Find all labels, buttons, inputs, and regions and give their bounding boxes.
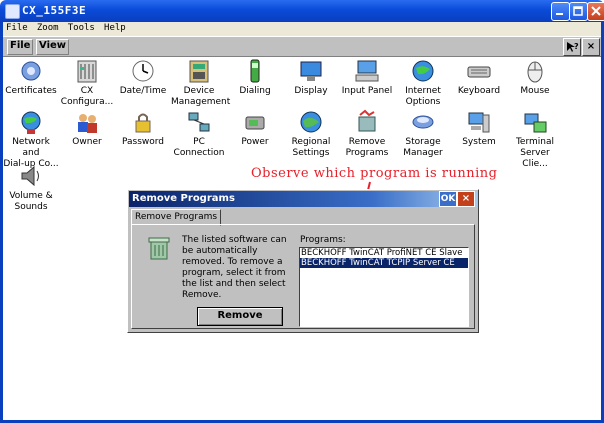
programs-list[interactable]: BECKHOFF TwinCAT ProfiNET CE Slave BECKH… <box>299 247 469 327</box>
control-panel-item-label: Owner <box>72 137 102 147</box>
menu-file[interactable]: File <box>3 22 31 33</box>
control-panel-item[interactable]: Owner <box>59 109 115 148</box>
cmd-close-button[interactable]: × <box>582 38 600 56</box>
certificates-icon <box>18 58 44 84</box>
help-arrow-icon: ? <box>567 42 579 52</box>
control-panel-item[interactable]: Power <box>227 109 283 148</box>
control-panel-item[interactable]: Certificates <box>3 58 59 97</box>
programs-label: Programs: <box>300 235 346 245</box>
menu-zoom[interactable]: Zoom <box>34 22 62 33</box>
remove-programs-icon <box>354 109 380 135</box>
control-panel-item[interactable]: Regional Settings <box>283 109 339 159</box>
control-panel-item-label: Input Panel <box>341 86 393 96</box>
control-panel-item-label: CX Configura... <box>60 86 114 107</box>
dialog-close-button[interactable]: × <box>457 191 475 207</box>
minimize-button[interactable] <box>551 2 570 21</box>
control-panel-item[interactable]: Date/Time <box>115 58 171 97</box>
control-panel-item[interactable]: Input Panel <box>339 58 395 97</box>
menu-help[interactable]: Help <box>101 22 129 33</box>
control-panel-item[interactable]: Dialing <box>227 58 283 97</box>
phone-icon <box>242 58 268 84</box>
dialog-description: The listed software can be automatically… <box>182 235 287 300</box>
remove-button[interactable]: Remove <box>197 307 283 326</box>
clock-icon <box>130 58 156 84</box>
pc-connection-icon <box>186 109 212 135</box>
control-panel-item-label: Remove Programs <box>345 137 389 158</box>
control-panel-item[interactable]: Internet Options <box>395 58 451 108</box>
keyboard-icon <box>466 58 492 84</box>
minimize-icon <box>556 13 563 15</box>
control-panel-item-label: Certificates <box>5 86 57 96</box>
program-item-selected[interactable]: BECKHOFF TwinCAT TCPIP Server CE <box>300 258 468 268</box>
storage-icon <box>410 109 436 135</box>
input-panel-icon <box>354 58 380 84</box>
control-panel-item[interactable]: Display <box>283 58 339 97</box>
control-panel-item[interactable]: PC Connection <box>171 109 227 159</box>
recycle-bin-icon <box>148 237 170 260</box>
maximize-button[interactable] <box>569 2 588 21</box>
device-management-icon <box>186 58 212 84</box>
password-icon <box>130 109 156 135</box>
regional-icon <box>298 109 324 135</box>
control-panel-item[interactable]: Device Management <box>171 58 231 108</box>
control-panel-item-label: Display <box>294 86 328 96</box>
control-panel-item[interactable]: Volume & Sounds <box>3 163 59 213</box>
ce-command-bar: File View ? × <box>3 37 601 57</box>
globe-icon <box>410 58 436 84</box>
control-panel-item[interactable]: Keyboard <box>451 58 507 97</box>
window-title: CX_155F3E <box>22 4 87 17</box>
control-panel-item-label: Password <box>121 137 165 147</box>
menu-tools[interactable]: Tools <box>65 22 98 33</box>
cmd-view[interactable]: View <box>36 39 70 55</box>
program-item[interactable]: BECKHOFF TwinCAT ProfiNET CE Slave <box>300 248 468 258</box>
cmd-file[interactable]: File <box>7 39 34 55</box>
display-icon <box>298 58 324 84</box>
control-panel-item[interactable]: Storage Manager <box>395 109 451 159</box>
system-icon <box>466 109 492 135</box>
close-button[interactable] <box>587 2 604 21</box>
close-icon <box>591 6 601 16</box>
control-panel-item-label: Terminal Server Clie... <box>515 137 555 169</box>
control-panel-item-label: Dialing <box>239 86 271 96</box>
control-panel-item[interactable]: Network and Dial-up Co... <box>3 109 59 170</box>
control-panel-item[interactable]: Password <box>115 109 171 148</box>
control-panel-item-label: Mouse <box>520 86 550 96</box>
control-panel-item-label: Power <box>241 137 269 147</box>
terminal-server-icon <box>522 109 548 135</box>
mouse-icon <box>522 58 548 84</box>
control-panel-item-label: Storage Manager <box>403 137 443 158</box>
control-panel-item-label: Date/Time <box>119 86 167 96</box>
control-panel-item[interactable]: System <box>451 109 507 148</box>
help-button[interactable]: ? <box>563 38 581 56</box>
control-panel-item[interactable]: Terminal Server Clie... <box>507 109 563 170</box>
power-icon <box>242 109 268 135</box>
control-panel-item-label: PC Connection <box>173 137 225 158</box>
control-panel-item-label: Regional Settings <box>291 137 331 158</box>
control-panel-item-label: Device Management <box>171 86 231 107</box>
control-panel-item-label: Keyboard <box>457 86 501 96</box>
app-icon <box>5 4 20 19</box>
svg-text:?: ? <box>574 42 579 51</box>
dialog-title: Remove Programs <box>129 191 477 207</box>
volume-icon <box>18 163 44 189</box>
maximize-icon <box>573 6 583 16</box>
control-panel-item-label: System <box>462 137 496 147</box>
menubar: File Zoom Tools Help <box>0 22 604 36</box>
remove-programs-dialog: Remove Programs OK × Remove Programs The… <box>127 189 479 333</box>
owner-icon <box>74 109 100 135</box>
dialog-ok-button[interactable]: OK <box>439 191 457 207</box>
control-panel-item[interactable]: CX Configura... <box>59 58 115 108</box>
control-panel-item-label: Internet Options <box>405 86 441 107</box>
control-panel-item[interactable]: Remove Programs <box>339 109 395 159</box>
cx-configuration-icon <box>74 58 100 84</box>
control-panel-item[interactable]: Mouse <box>507 58 563 97</box>
window-titlebar[interactable]: CX_155F3E <box>0 0 604 22</box>
network-icon <box>18 109 44 135</box>
control-panel-item-label: Volume & Sounds <box>9 191 53 212</box>
